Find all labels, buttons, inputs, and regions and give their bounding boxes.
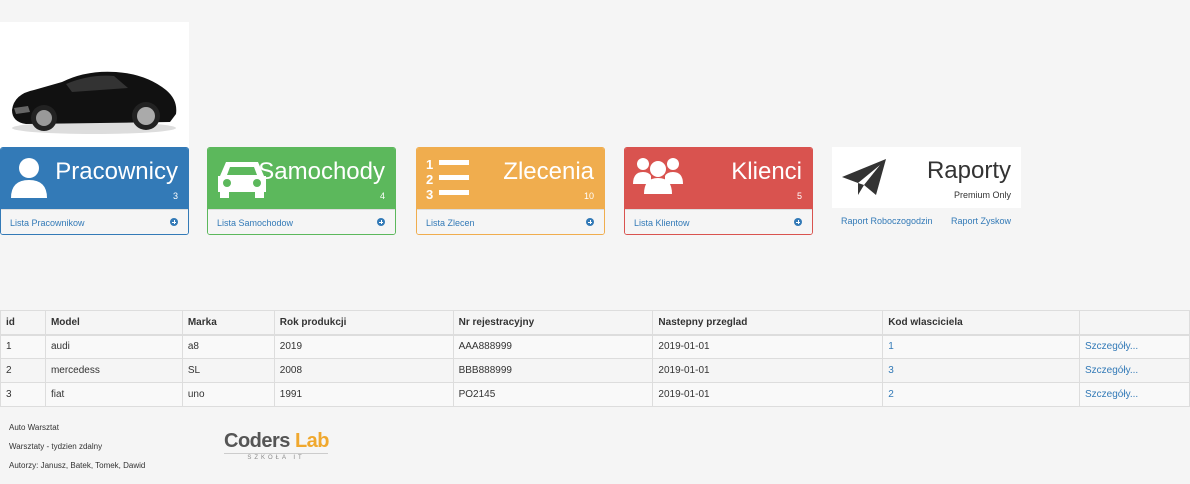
table-row: 1 audi a8 2019 AAA888999 2019-01-01 1 Sz… [0,334,1190,359]
numbered-list-icon: 1 2 3 [426,157,469,202]
cell-przeglad: 2019-01-01 [652,382,884,407]
raport-zyskow-link[interactable]: Raport Zyskow [951,216,1011,226]
details-link[interactable]: Szczegóły... [1079,334,1190,359]
user-icon [11,158,47,198]
col-header-nr-rej: Nr rejestracyjny [452,310,654,336]
panel-count: 3 [172,191,178,201]
cell-przeglad: 2019-01-01 [652,334,884,359]
panel-header: Klienci 5 [625,148,812,209]
cell-rok: 1991 [273,382,454,407]
footer-subtitle: Warsztaty - tydzien zdalny [9,442,103,451]
lista-klientow-link[interactable]: Lista Klientow [634,218,690,228]
owner-link[interactable]: 1 [882,334,1080,359]
coders-lab-logo: Coders Lab SZKOŁA IT [224,430,330,461]
lista-zlecen-link[interactable]: Lista Zlecen [426,218,475,228]
cell-marka: a8 [181,334,275,359]
cell-marka: SL [181,358,275,383]
cell-nr-rej: AAA888999 [452,334,654,359]
coders-lab-sub: SZKOŁA IT [224,453,328,461]
car-logo [0,22,189,148]
cell-rok: 2019 [273,334,454,359]
col-header-przeglad: Nastepny przeglad [652,310,884,336]
cell-id: 1 [0,334,46,359]
lista-samochodow-link[interactable]: Lista Samochodow [217,218,293,228]
cell-id: 3 [0,382,46,407]
cars-table: id Model Marka Rok produkcji Nr rejestra… [0,310,1190,407]
col-header-kod: Kod wlasciciela [882,310,1080,336]
panel-title: Pracownicy [55,158,178,185]
plus-circle-icon[interactable] [586,218,594,226]
panel-title: Samochody [258,158,385,185]
col-header-rok: Rok produkcji [273,310,454,336]
car-icon [12,71,177,134]
footer-authors: Autorzy: Janusz, Batek, Tomek, Dawid [9,461,146,470]
cell-model: audi [44,334,183,359]
panel-count: 4 [379,191,385,201]
cell-przeglad: 2019-01-01 [652,358,884,383]
panel-raporty: Raporty Premium Only Raport Roboczogodzi… [832,147,1021,235]
cell-nr-rej: BBB888999 [452,358,654,383]
col-header-model: Model [44,310,183,336]
plus-circle-icon[interactable] [794,218,802,226]
users-icon [633,158,683,194]
svg-text:3: 3 [426,187,433,202]
paper-plane-icon [842,159,886,195]
panel-count: 10 [583,191,594,201]
owner-link[interactable]: 3 [882,358,1080,383]
col-header-id: id [0,310,46,336]
cell-nr-rej: PO2145 [452,382,654,407]
cell-rok: 2008 [273,358,454,383]
svg-text:2: 2 [426,172,433,187]
cell-model: fiat [44,382,183,407]
panel-klienci: Klienci 5 Lista Klientow [624,147,813,235]
lista-pracownikow-link[interactable]: Lista Pracownikow [10,218,85,228]
panel-title: Zlecenia [503,158,594,185]
panel-pracownicy: Pracownicy 3 Lista Pracownikow [0,147,189,235]
plus-circle-icon[interactable] [377,218,385,226]
details-link[interactable]: Szczegóły... [1079,358,1190,383]
panel-zlecenia: 1 2 3 Zlecenia 10 Lista Zlecen [416,147,605,235]
table-row: 3 fiat uno 1991 PO2145 2019-01-01 2 Szcz… [0,382,1190,407]
panel-subtitle: Premium Only [953,190,1011,200]
raport-roboczogodzin-link[interactable]: Raport Roboczogodzin [841,216,933,226]
cell-marka: uno [181,382,275,407]
brand-part-b: Lab [294,430,330,452]
panel-count: 5 [796,191,802,201]
col-header-actions [1079,310,1190,336]
table-row: 2 mercedess SL 2008 BBB888999 2019-01-01… [0,358,1190,383]
svg-text:1: 1 [426,157,433,172]
owner-link[interactable]: 2 [882,382,1080,407]
footer-app-name: Auto Warsztat [9,423,59,432]
cell-id: 2 [0,358,46,383]
table-header-row: id Model Marka Rok produkcji Nr rejestra… [0,310,1190,336]
panel-title: Klienci [731,158,802,185]
plus-circle-icon[interactable] [170,218,178,226]
cell-model: mercedess [44,358,183,383]
panel-header: Pracownicy 3 [1,148,188,209]
panel-title: Raporty [926,157,1011,184]
col-header-marka: Marka [181,310,275,336]
panel-header: 1 2 3 Zlecenia 10 [417,148,604,209]
brand-part-a: Coders [224,430,295,452]
coders-lab-wordmark: Coders Lab [224,430,330,453]
panel-header: Samochody 4 [208,148,395,209]
panel-samochody: Samochody 4 Lista Samochodow [207,147,396,235]
details-link[interactable]: Szczegóły... [1079,382,1190,407]
panel-header: Raporty Premium Only [832,147,1021,208]
